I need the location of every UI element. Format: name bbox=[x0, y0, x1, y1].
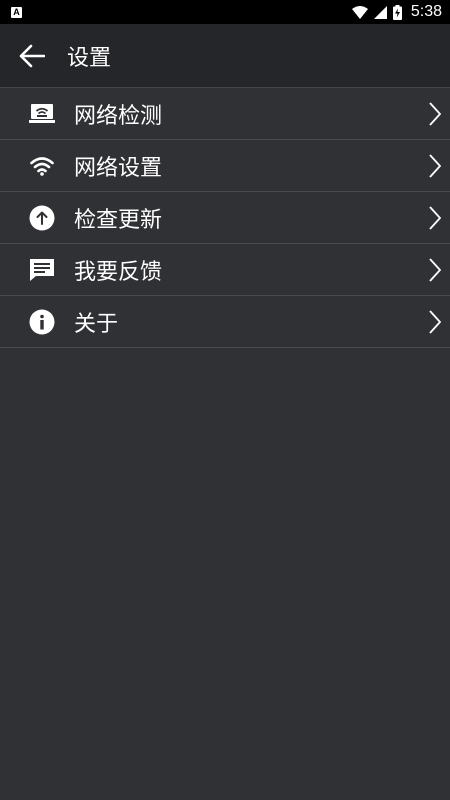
menu-item-check-update[interactable]: 检查更新 bbox=[0, 192, 450, 244]
battery-charging-icon bbox=[392, 4, 402, 20]
menu-item-label: 关于 bbox=[74, 311, 119, 337]
arrow-back-icon bbox=[19, 44, 45, 67]
chevron-right-icon bbox=[429, 206, 441, 230]
chevron-right-icon bbox=[429, 310, 441, 334]
menu-item-about[interactable]: 关于 bbox=[0, 296, 450, 348]
notification-a-icon: A bbox=[11, 6, 22, 18]
status-time: 5:38 bbox=[410, 3, 442, 20]
app-bar: 设置 bbox=[0, 24, 450, 88]
cell-signal-icon bbox=[373, 5, 387, 19]
menu-item-feedback[interactable]: 我要反馈 bbox=[0, 244, 450, 296]
page-title: 设置 bbox=[67, 45, 112, 71]
chat-feedback-icon bbox=[29, 257, 55, 283]
wifi-signal-icon bbox=[351, 5, 368, 19]
menu-item-label: 我要反馈 bbox=[74, 259, 163, 285]
menu-item-label: 网络设置 bbox=[74, 155, 163, 181]
status-bar: A 5:38 bbox=[0, 0, 450, 24]
menu-item-label: 检查更新 bbox=[74, 207, 163, 233]
chevron-right-icon bbox=[429, 102, 441, 126]
wifi-icon bbox=[29, 153, 55, 179]
back-button[interactable] bbox=[0, 24, 64, 88]
info-icon bbox=[29, 309, 55, 335]
chevron-right-icon bbox=[429, 154, 441, 178]
network-check-icon bbox=[29, 101, 55, 127]
menu-item-label: 网络检测 bbox=[74, 103, 163, 129]
upload-arrow-icon bbox=[29, 205, 55, 231]
chevron-right-icon bbox=[429, 258, 441, 282]
settings-menu-list: 网络检测 网络设置 检查更新 我要反馈 关于 bbox=[0, 88, 450, 348]
menu-item-network-settings[interactable]: 网络设置 bbox=[0, 140, 450, 192]
menu-item-network-check[interactable]: 网络检测 bbox=[0, 88, 450, 140]
